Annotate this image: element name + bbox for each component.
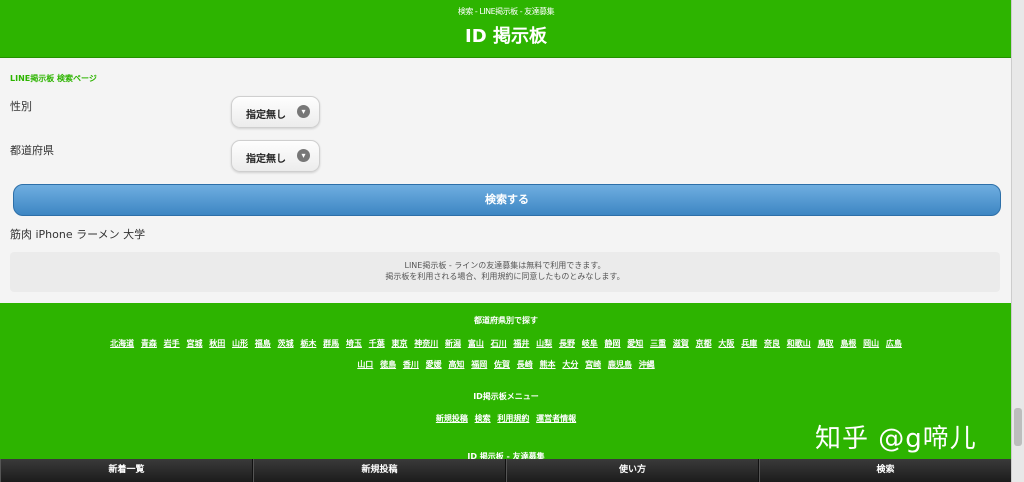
- watermark: 知乎 @g啼儿: [815, 424, 977, 454]
- prefecture-link[interactable]: 島根: [840, 338, 856, 349]
- search-button[interactable]: 検索する: [13, 184, 1001, 216]
- footer: 都道府県別で探す 北海道 青森 岩手 宮城 秋田 山形 福島 茨城 栃木 群馬 埼玉 千葉 東京 神奈川新…: [0, 303, 1012, 482]
- prefecture-link[interactable]: 静岡: [605, 338, 621, 349]
- prefecture-link[interactable]: 埼玉: [346, 338, 362, 349]
- prefecture-link[interactable]: 長野: [559, 338, 575, 349]
- notice-line-1: LINE掲示板 - ラインの友達募集は無料で利用できます。: [404, 261, 606, 270]
- prefecture-link[interactable]: 山梨: [536, 338, 552, 349]
- prefecture-link[interactable]: 茨城: [278, 338, 294, 349]
- notice-box: LINE掲示板 - ラインの友達募集は無料で利用できます。 掲示板を利用される場…: [10, 252, 1000, 292]
- footer-menu-link[interactable]: 運営者情報: [536, 413, 576, 424]
- prefecture-link[interactable]: 宮城: [186, 338, 202, 349]
- notice-line-2: 掲示板を利用される場合、利用規約に同意したものとみなします。: [385, 272, 625, 281]
- tab-3[interactable]: 検索: [759, 459, 1012, 482]
- prefecture-link[interactable]: 鳥取: [818, 338, 834, 349]
- prefecture-link[interactable]: 愛知: [627, 338, 643, 349]
- prefecture-link[interactable]: 北海道: [110, 338, 134, 349]
- header: 検索 - LINE掲示板 - 友達募集 ID 掲示板: [0, 0, 1012, 58]
- scrollbar[interactable]: [1011, 0, 1024, 482]
- tab-0[interactable]: 新着一覧: [0, 459, 253, 482]
- prefecture-label: 都道府県: [10, 144, 54, 157]
- prefecture-link[interactable]: 福島: [255, 338, 271, 349]
- header-subtitle: 検索 - LINE掲示板 - 友達募集: [457, 7, 555, 16]
- prefecture-link[interactable]: 熊本: [540, 359, 556, 370]
- prefecture-link[interactable]: 三重: [650, 338, 666, 349]
- prefecture-link[interactable]: 宮崎: [585, 359, 601, 370]
- gender-select-value: 指定無し: [246, 110, 286, 121]
- prefecture-link[interactable]: 福岡: [471, 359, 487, 370]
- prefecture-link[interactable]: 群馬: [323, 338, 339, 349]
- prefecture-link[interactable]: 青森: [141, 338, 157, 349]
- prefecture-link[interactable]: 山口: [357, 359, 373, 370]
- prefecture-link[interactable]: 佐賀: [494, 359, 510, 370]
- prefecture-link[interactable]: 東京: [391, 338, 407, 349]
- footer-menu-link[interactable]: 新規投稿: [436, 413, 468, 424]
- prefecture-link[interactable]: 岩手: [164, 338, 180, 349]
- prefectures-heading: 都道府県別で探す: [474, 316, 538, 325]
- prefecture-link[interactable]: 京都: [696, 338, 712, 349]
- prefecture-link[interactable]: 沖縄: [639, 359, 655, 370]
- footer-menu-link[interactable]: 利用規約: [497, 413, 529, 424]
- prefecture-link[interactable]: 富山: [468, 338, 484, 349]
- chevron-down-icon: ▾: [297, 105, 310, 118]
- page-title: ID 掲示板: [465, 26, 547, 47]
- prefecture-link[interactable]: 岐阜: [582, 338, 598, 349]
- prefecture-link[interactable]: 秋田: [209, 338, 225, 349]
- chevron-down-icon: ▾: [297, 149, 310, 162]
- prefecture-link[interactable]: 奈良: [764, 338, 780, 349]
- prefecture-link[interactable]: 大阪: [718, 338, 734, 349]
- scrollbar-thumb[interactable]: [1014, 408, 1022, 446]
- prefecture-link[interactable]: 鹿児島: [608, 359, 632, 370]
- prefecture-link[interactable]: 広島: [886, 338, 902, 349]
- prefecture-link[interactable]: 高知: [448, 359, 464, 370]
- prefecture-select-value: 指定無し: [246, 154, 286, 165]
- prefecture-link[interactable]: 徳島: [380, 359, 396, 370]
- prefecture-link[interactable]: 福井: [513, 338, 529, 349]
- prefecture-link[interactable]: 香川: [403, 359, 419, 370]
- prefecture-link[interactable]: 山形: [232, 338, 248, 349]
- footer-menu-link[interactable]: 検索: [475, 413, 491, 424]
- main-content: LINE掲示板 検索ページ 性別 指定無し ▾ 都道府県 指定無し ▾ 検索する…: [0, 58, 1012, 303]
- prefecture-select[interactable]: 指定無し ▾: [231, 140, 320, 172]
- prefecture-links-row-1: 北海道 青森 岩手 宮城 秋田 山形 福島 茨城 栃木 群馬 埼玉 千葉 東京 神奈川 新潟 富山 石川 福井 山梨…: [0, 338, 1012, 349]
- popular-keywords[interactable]: 筋肉 iPhone ラーメン 大学: [10, 226, 145, 242]
- prefecture-link[interactable]: 栃木: [300, 338, 316, 349]
- breadcrumb[interactable]: LINE掲示板 検索ページ: [10, 73, 97, 84]
- menu-heading: ID掲示板メニュー: [473, 392, 539, 401]
- prefecture-link[interactable]: 岡山: [863, 338, 879, 349]
- prefecture-link[interactable]: 滋賀: [673, 338, 689, 349]
- prefecture-link[interactable]: 千葉: [369, 338, 385, 349]
- prefecture-link[interactable]: 愛媛: [426, 359, 442, 370]
- prefecture-link[interactable]: 大分: [562, 359, 578, 370]
- prefecture-link[interactable]: 兵庫: [741, 338, 757, 349]
- prefecture-link[interactable]: 和歌山: [787, 338, 811, 349]
- prefecture-link[interactable]: 石川: [491, 338, 507, 349]
- prefecture-link[interactable]: 神奈川: [414, 338, 438, 349]
- tab-2[interactable]: 使い方: [506, 459, 759, 482]
- gender-label: 性別: [10, 100, 32, 113]
- tab-1[interactable]: 新規投稿: [253, 459, 506, 482]
- gender-select[interactable]: 指定無し ▾: [231, 96, 320, 128]
- bottom-tab-bar: 新着一覧 新規投稿 使い方 検索: [0, 459, 1012, 482]
- prefecture-links-row-2: 山口 徳島 香川 愛媛 高知 福岡 佐賀 長崎 熊本 大分 宮崎 鹿児島 沖縄: [0, 359, 1012, 370]
- prefecture-link[interactable]: 長崎: [517, 359, 533, 370]
- prefecture-link[interactable]: 新潟: [445, 338, 461, 349]
